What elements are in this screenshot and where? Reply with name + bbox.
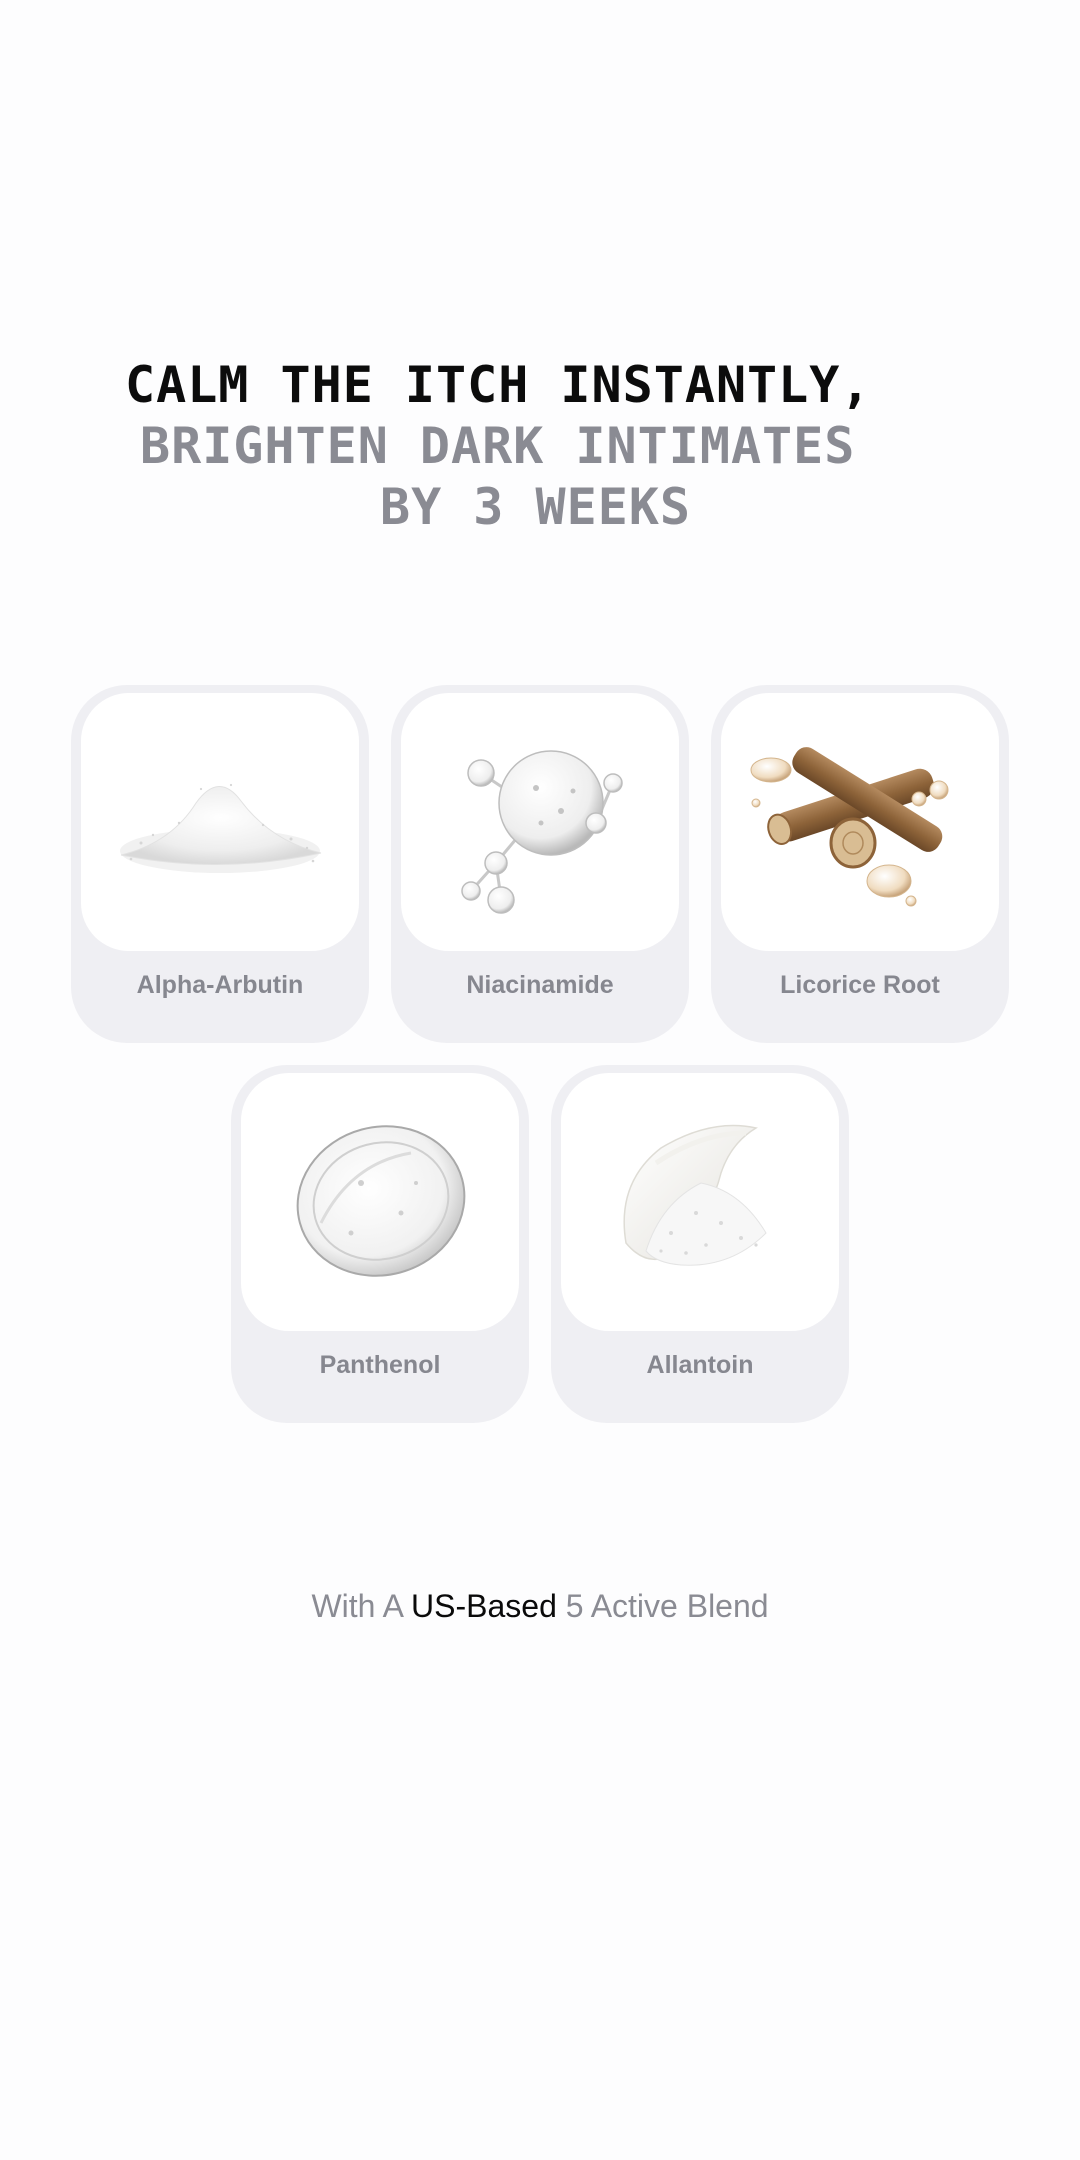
tagline-suffix: 5 Active Blend bbox=[565, 1588, 769, 1624]
clear-gel-swatch-image bbox=[296, 1125, 466, 1277]
tagline-prefix: With A bbox=[311, 1588, 403, 1624]
ingredient-image-allantoin bbox=[561, 1073, 839, 1331]
white-powder-pile-image bbox=[120, 783, 322, 873]
tagline-highlight: US-Based bbox=[411, 1588, 557, 1624]
headline-line-1: CALM THE ITCH INSTANTLY, bbox=[125, 356, 872, 414]
ingredient-image-niacinamide bbox=[401, 693, 679, 951]
headline-line-2: BRIGHTEN DARK INTIMATES bbox=[140, 417, 856, 475]
tagline: With A US-Based 5 Active Blend bbox=[0, 1588, 1080, 1625]
ingredient-image-licorice-root bbox=[721, 693, 999, 951]
ingredient-image-panthenol bbox=[241, 1073, 519, 1331]
ingredient-card-allantoin: Allantoin bbox=[551, 1065, 849, 1423]
ingredient-card-alpha-arbutin: Alpha-Arbutin bbox=[71, 685, 369, 1043]
ingredient-card-licorice-root: Licorice Root bbox=[711, 685, 1009, 1043]
ingredient-label: Alpha-Arbutin bbox=[136, 971, 304, 999]
ingredient-image-alpha-arbutin bbox=[81, 693, 359, 951]
ingredient-card-panthenol: Panthenol bbox=[231, 1065, 529, 1423]
ingredient-label: Panthenol bbox=[319, 1351, 441, 1379]
licorice-root-sticks-image bbox=[750, 747, 949, 907]
cream-and-powder-image bbox=[623, 1124, 767, 1266]
molecule-bubbles-image bbox=[461, 750, 623, 914]
ingredient-label: Niacinamide bbox=[466, 971, 614, 999]
headline-line-3: BY 3 WEEKS bbox=[380, 478, 692, 536]
ingredient-label: Licorice Root bbox=[780, 971, 940, 999]
ingredient-card-niacinamide: Niacinamide bbox=[391, 685, 689, 1043]
ingredient-label: Allantoin bbox=[646, 1351, 754, 1379]
